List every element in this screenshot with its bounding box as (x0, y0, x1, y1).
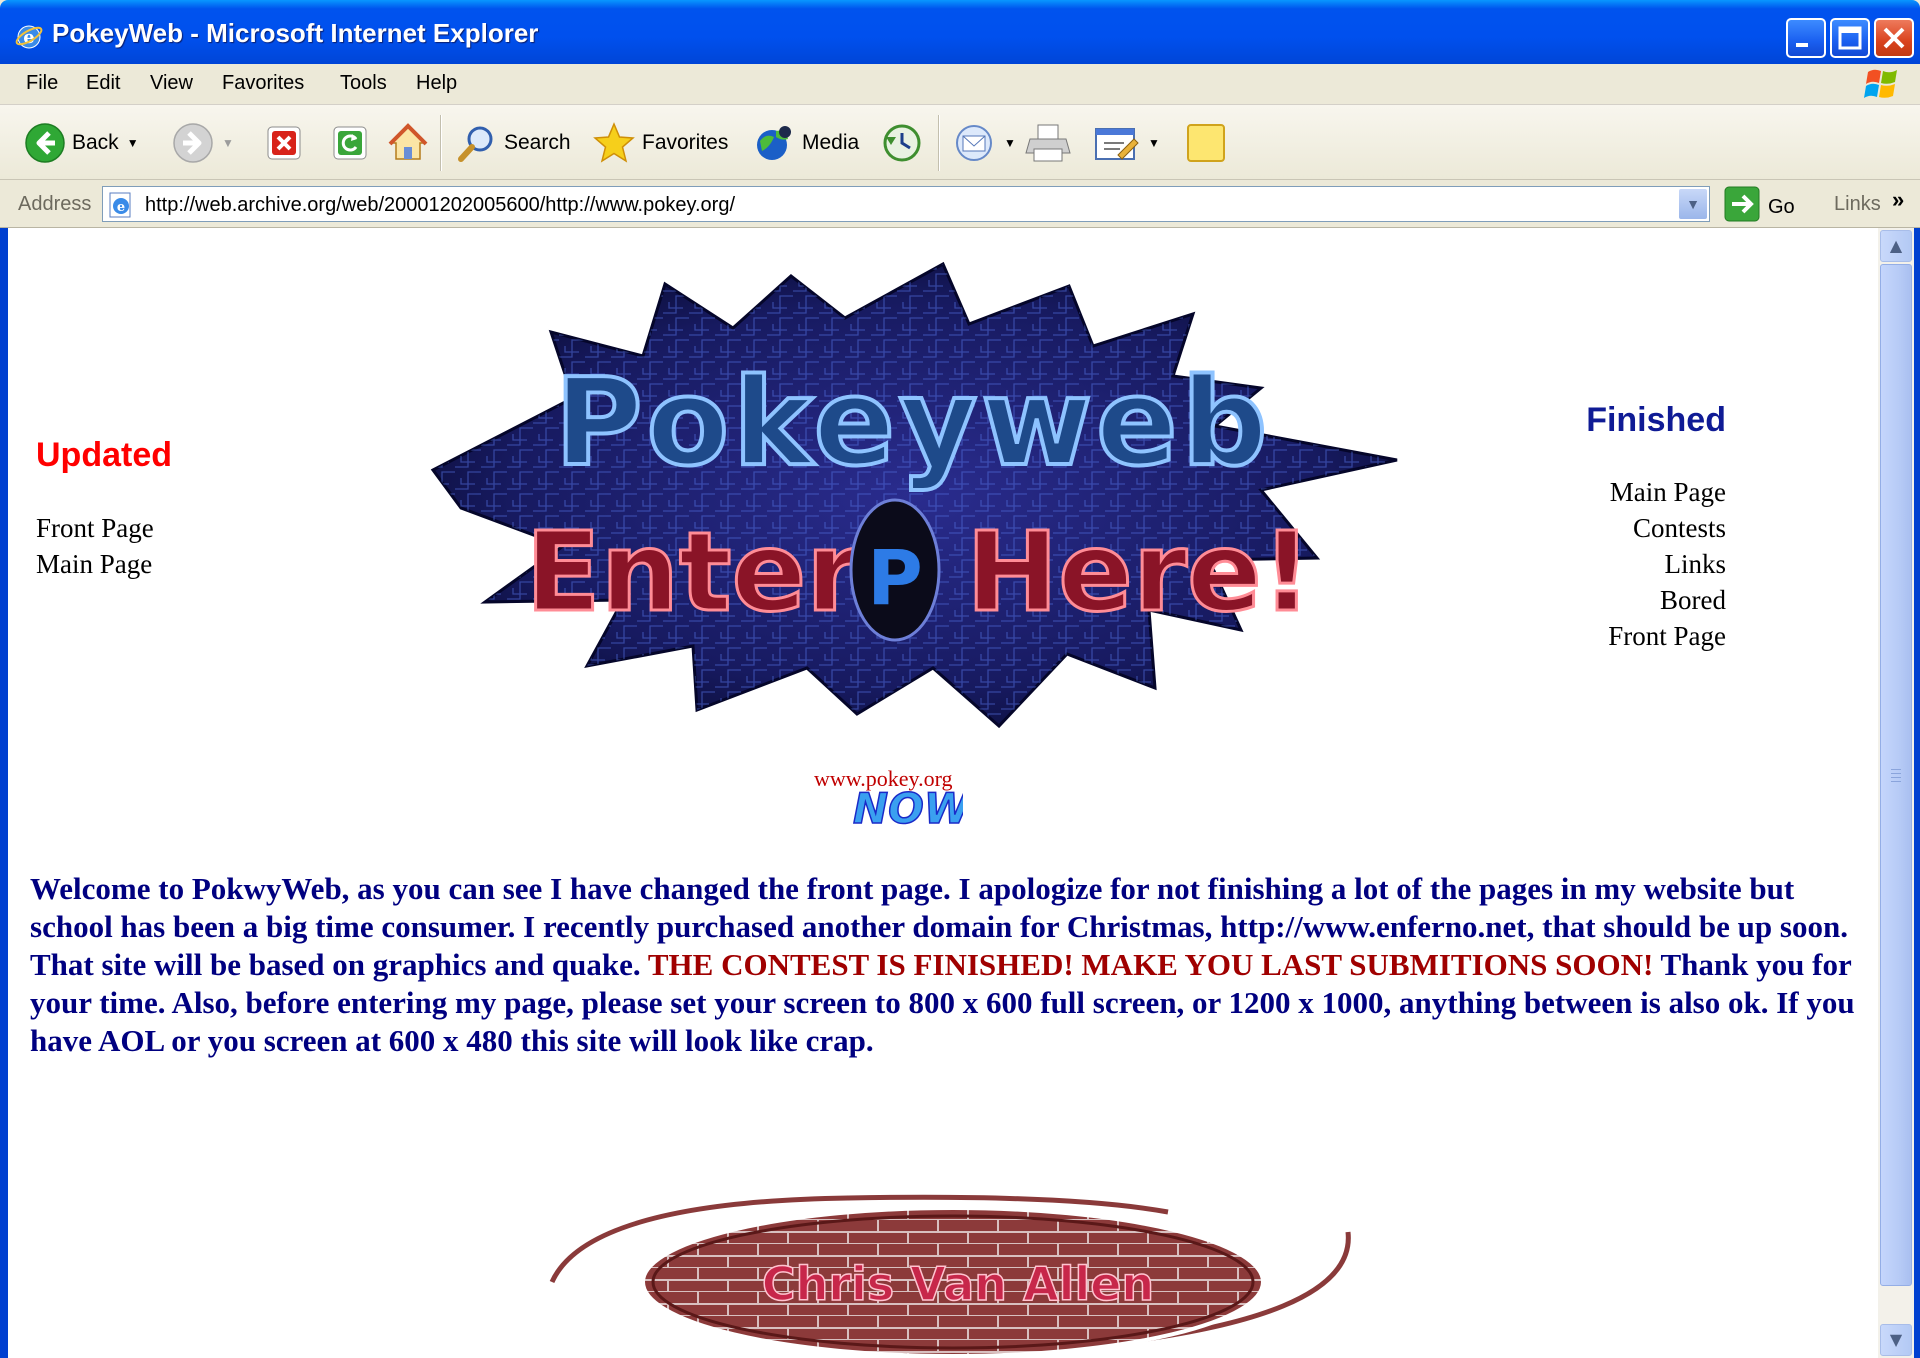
now-text: NOW (853, 784, 963, 833)
svg-text:e: e (117, 200, 125, 215)
scroll-thumb[interactable] (1880, 264, 1912, 1286)
link-links[interactable]: Links (1608, 546, 1726, 582)
favorites-label: Favorites (642, 131, 729, 154)
back-arrow-icon (24, 122, 66, 164)
address-input[interactable]: e http://web.archive.org/web/20001202005… (102, 186, 1710, 222)
print-icon (1024, 121, 1072, 165)
messenger-button[interactable] (1184, 123, 1228, 163)
chevron-right-icon[interactable]: » (1892, 187, 1904, 213)
history-button[interactable] (880, 123, 924, 163)
search-label: Search (504, 131, 571, 154)
go-label: Go (1768, 195, 1795, 218)
menu-favorites[interactable]: Favorites (222, 72, 304, 95)
home-button[interactable] (386, 123, 430, 163)
logo-title-text: Pokeyweb (555, 354, 1272, 493)
updated-links: Front Page Main Page (36, 510, 154, 582)
back-dropdown-icon[interactable]: ▼ (127, 136, 139, 150)
footer-name-text: Chris Van Allen (762, 1257, 1154, 1311)
welcome-paragraph: Welcome to PokwyWeb, as you can see I ha… (30, 870, 1860, 1060)
back-button[interactable]: Back ▼ (24, 123, 139, 163)
mail-button[interactable]: ▼ (952, 123, 1016, 163)
window-frame-left (0, 228, 8, 1358)
menu-file[interactable]: File (26, 72, 58, 95)
menu-view[interactable]: View (150, 72, 193, 95)
mail-dropdown-icon[interactable]: ▼ (1004, 136, 1016, 150)
link-bored[interactable]: Bored (1608, 582, 1726, 618)
search-button[interactable]: Search (456, 123, 571, 163)
ie-icon: e (14, 22, 44, 52)
favorites-star-icon (592, 121, 636, 165)
mail-icon (952, 121, 996, 165)
minimize-icon[interactable] (1786, 18, 1826, 58)
page-icon: e (107, 191, 135, 225)
go-button[interactable]: Go (1724, 186, 1795, 228)
address-dropdown-icon[interactable]: ▼ (1679, 189, 1707, 219)
home-icon (386, 121, 430, 165)
page-viewport: Updated Front Page Main Page Pokeyweb En… (8, 228, 1878, 1358)
edit-dropdown-icon[interactable]: ▼ (1148, 136, 1160, 150)
go-arrow-icon (1724, 186, 1760, 228)
edit-icon (1092, 121, 1140, 165)
link-front-page[interactable]: Front Page (1608, 618, 1726, 654)
forward-button[interactable]: ▼ (172, 123, 234, 163)
maximize-icon[interactable] (1830, 18, 1870, 58)
link-main-page[interactable]: Main Page (1608, 474, 1726, 510)
browser-window: e PokeyWeb - Microsoft Internet Explorer… (0, 0, 1920, 1358)
updated-heading: Updated (36, 436, 172, 474)
logo-badge-text: P (867, 533, 923, 622)
vertical-scrollbar[interactable]: ▲ ▼ (1878, 228, 1914, 1358)
link-contests[interactable]: Contests (1608, 510, 1726, 546)
logo-enter-text: Enter (526, 508, 861, 636)
link-front-page[interactable]: Front Page (36, 510, 154, 546)
media-label: Media (802, 131, 860, 154)
finished-heading: Finished (1586, 401, 1726, 439)
back-label: Back (72, 131, 119, 154)
pokeyweb-enter-logo[interactable]: Pokeyweb Enter Here! P (403, 258, 1413, 738)
print-button[interactable] (1024, 123, 1072, 163)
favorites-button[interactable]: Favorites (592, 121, 729, 165)
refresh-icon (330, 123, 370, 163)
title-bar[interactable]: e PokeyWeb - Microsoft Internet Explorer (0, 0, 1920, 74)
link-main-page[interactable]: Main Page (36, 546, 154, 582)
stop-button[interactable] (264, 123, 304, 163)
refresh-button[interactable] (330, 123, 370, 163)
media-icon (752, 121, 796, 165)
menu-help[interactable]: Help (416, 72, 457, 95)
search-icon (456, 122, 498, 164)
address-url: http://web.archive.org/web/2000120200560… (145, 194, 736, 216)
address-bar: Address e http://web.archive.org/web/200… (0, 181, 1920, 229)
chris-van-allen-logo: Chris Van Allen (548, 1172, 1368, 1358)
logo-here-text: Here! (966, 508, 1312, 636)
scroll-up-icon[interactable]: ▲ (1880, 230, 1912, 262)
stop-icon (264, 123, 304, 163)
history-icon (880, 121, 924, 165)
menu-bar: File Edit View Favorites Tools Help (0, 64, 1920, 105)
edit-button[interactable]: ▼ (1092, 123, 1160, 163)
close-icon[interactable] (1874, 18, 1914, 58)
window-title: PokeyWeb - Microsoft Internet Explorer (52, 18, 539, 48)
address-label: Address (18, 193, 92, 215)
window-frame-right (1914, 228, 1920, 1358)
now-graphic: NOW (843, 783, 973, 838)
links-label[interactable]: Links (1834, 193, 1881, 216)
menu-edit[interactable]: Edit (86, 72, 120, 95)
forward-dropdown-icon[interactable]: ▼ (222, 136, 234, 150)
windows-flag-icon (1862, 66, 1902, 102)
messenger-icon (1184, 121, 1228, 165)
contest-finished-notice: THE CONTEST IS FINISHED! MAKE YOU LAST S… (647, 947, 1654, 982)
forward-arrow-icon (172, 122, 214, 164)
menu-tools[interactable]: Tools (340, 72, 387, 95)
finished-links: Main Page Contests Links Bored Front Pag… (1608, 474, 1726, 654)
standard-toolbar: Back ▼ ▼ Search Favorites Media ▼ ▼ (0, 105, 1920, 180)
scroll-down-icon[interactable]: ▼ (1880, 1324, 1912, 1356)
media-button[interactable]: Media (752, 123, 859, 163)
